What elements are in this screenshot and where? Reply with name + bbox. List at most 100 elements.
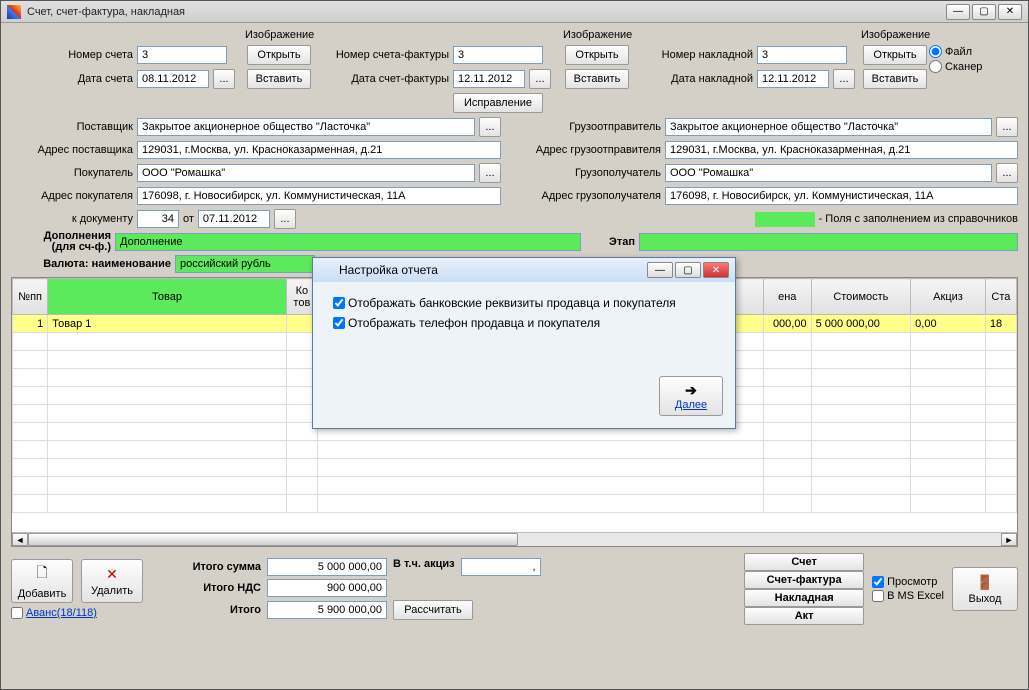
supplier-label: Поставщик: [11, 121, 133, 133]
dialog-title: Настройка отчета: [339, 263, 645, 277]
total-input[interactable]: [267, 601, 387, 619]
consignee-addr-input[interactable]: [665, 187, 1018, 205]
excise-input[interactable]: [461, 558, 541, 576]
col-good[interactable]: Товар: [48, 279, 287, 315]
stage-label: Этап: [585, 236, 635, 248]
currency-input[interactable]: [175, 255, 315, 273]
shipper-picker[interactable]: ...: [996, 117, 1018, 137]
image-label-2: Изображение: [563, 29, 629, 41]
avans-checkbox[interactable]: Аванс(18/118): [11, 607, 143, 619]
scroll-left-icon[interactable]: ◄: [12, 533, 28, 546]
open-button-3[interactable]: Открыть: [863, 45, 927, 65]
buyer-input[interactable]: [137, 164, 475, 182]
scroll-thumb[interactable]: [28, 533, 518, 546]
act-doc-button[interactable]: Акт: [744, 607, 864, 625]
waybill-doc-button[interactable]: Накладная: [744, 589, 864, 607]
date-picker-button-2[interactable]: ...: [529, 69, 551, 89]
col-excise[interactable]: Акциз: [911, 279, 986, 315]
col-price[interactable]: ена: [763, 279, 811, 315]
invoice-doc-button[interactable]: Счет: [744, 553, 864, 571]
dialog-close-button[interactable]: ✕: [703, 262, 729, 278]
shipper-label: Грузоотправитель: [509, 121, 661, 133]
factura-num-input[interactable]: [453, 46, 543, 64]
todoc-label: к документу: [11, 213, 133, 225]
paste-button-2[interactable]: Вставить: [565, 69, 629, 89]
consignee-picker[interactable]: ...: [996, 163, 1018, 183]
image-label-3: Изображение: [861, 29, 927, 41]
waybill-num-input[interactable]: [757, 46, 847, 64]
consignee-input[interactable]: [665, 164, 992, 182]
exit-icon: 🚪: [976, 574, 993, 591]
preview-checkbox[interactable]: Просмотр: [872, 576, 944, 588]
buyer-picker[interactable]: ...: [479, 163, 501, 183]
shipper-addr-input[interactable]: [665, 141, 1018, 159]
file-radio[interactable]: Файл: [929, 45, 982, 58]
consignee-label: Грузополучатель: [509, 167, 661, 179]
factura-doc-button[interactable]: Счет-фактура: [744, 571, 864, 589]
table-row: [13, 459, 1017, 477]
additions-input[interactable]: [115, 233, 581, 251]
dialog-maximize-button[interactable]: ▢: [675, 262, 701, 278]
col-cost[interactable]: Стоимость: [811, 279, 911, 315]
show-phone-checkbox[interactable]: Отображать телефон продавца и покупателя: [333, 316, 715, 330]
legend-text: - Поля с заполнением из справочников: [819, 213, 1018, 225]
show-bank-checkbox[interactable]: Отображать банковские реквизиты продавца…: [333, 296, 715, 310]
buyer-addr-label: Адрес покупателя: [11, 190, 133, 202]
stage-input[interactable]: [639, 233, 1018, 251]
supplier-input[interactable]: [137, 118, 475, 136]
legend-color: [755, 212, 815, 227]
add-button[interactable]: 🗋Добавить: [11, 559, 73, 603]
todoc-date-input[interactable]: [198, 210, 270, 228]
calculate-button[interactable]: Рассчитать: [393, 600, 473, 620]
table-row: [13, 495, 1017, 513]
supplier-addr-input[interactable]: [137, 141, 501, 159]
total-sum-label: Итого сумма: [171, 561, 261, 573]
document-icon: 🗋: [36, 562, 47, 586]
next-button[interactable]: ➔ Далее: [659, 376, 723, 416]
scroll-right-icon[interactable]: ►: [1001, 533, 1017, 546]
exit-button[interactable]: 🚪Выход: [952, 567, 1018, 611]
supplier-picker[interactable]: ...: [479, 117, 501, 137]
vat-input[interactable]: [267, 579, 387, 597]
factura-date-label: Дата счет-фактуры: [313, 73, 449, 85]
shipper-addr-label: Адрес грузоотправителя: [509, 144, 661, 156]
date-picker-button-1[interactable]: ...: [213, 69, 235, 89]
date-picker-button-3[interactable]: ...: [833, 69, 855, 89]
titlebar: Счет, счет-фактура, накладная — ▢ ✕: [1, 1, 1028, 23]
correction-button[interactable]: Исправление: [453, 93, 543, 113]
waybill-date-input[interactable]: [757, 70, 829, 88]
invoice-num-input[interactable]: [137, 46, 227, 64]
supplier-addr-label: Адрес поставщика: [11, 144, 133, 156]
factura-date-input[interactable]: [453, 70, 525, 88]
total-label: Итого: [171, 604, 261, 616]
waybill-date-label: Дата накладной: [631, 73, 753, 85]
delete-button[interactable]: ✕Удалить: [81, 559, 143, 603]
waybill-num-label: Номер накладной: [631, 49, 753, 61]
invoice-date-label: Дата счета: [11, 73, 133, 85]
shipper-input[interactable]: [665, 118, 992, 136]
delete-icon: ✕: [106, 566, 118, 583]
paste-button-3[interactable]: Вставить: [863, 69, 927, 89]
maximize-button[interactable]: ▢: [972, 4, 996, 20]
report-settings-dialog: Настройка отчета — ▢ ✕ Отображать банков…: [312, 257, 736, 429]
scanner-radio[interactable]: Сканер: [929, 60, 982, 73]
minimize-button[interactable]: —: [946, 4, 970, 20]
col-rate[interactable]: Ста: [985, 279, 1016, 315]
dialog-minimize-button[interactable]: —: [647, 262, 673, 278]
todoc-date-picker[interactable]: ...: [274, 209, 296, 229]
excel-checkbox[interactable]: В MS Excel: [872, 590, 944, 602]
buyer-addr-input[interactable]: [137, 187, 501, 205]
total-sum-input[interactable]: [267, 558, 387, 576]
buyer-label: Покупатель: [11, 167, 133, 179]
horizontal-scrollbar[interactable]: ◄ ►: [12, 532, 1017, 546]
todoc-num-input[interactable]: [137, 210, 179, 228]
invoice-date-input[interactable]: [137, 70, 209, 88]
additions-label: Дополнения (для сч-ф.): [11, 231, 111, 253]
paste-button-1[interactable]: Вставить: [247, 69, 311, 89]
col-num[interactable]: №пп: [13, 279, 48, 315]
table-row: [13, 477, 1017, 495]
ot-label: от: [183, 213, 194, 225]
open-button-2[interactable]: Открыть: [565, 45, 629, 65]
close-button[interactable]: ✕: [998, 4, 1022, 20]
open-button-1[interactable]: Открыть: [247, 45, 311, 65]
